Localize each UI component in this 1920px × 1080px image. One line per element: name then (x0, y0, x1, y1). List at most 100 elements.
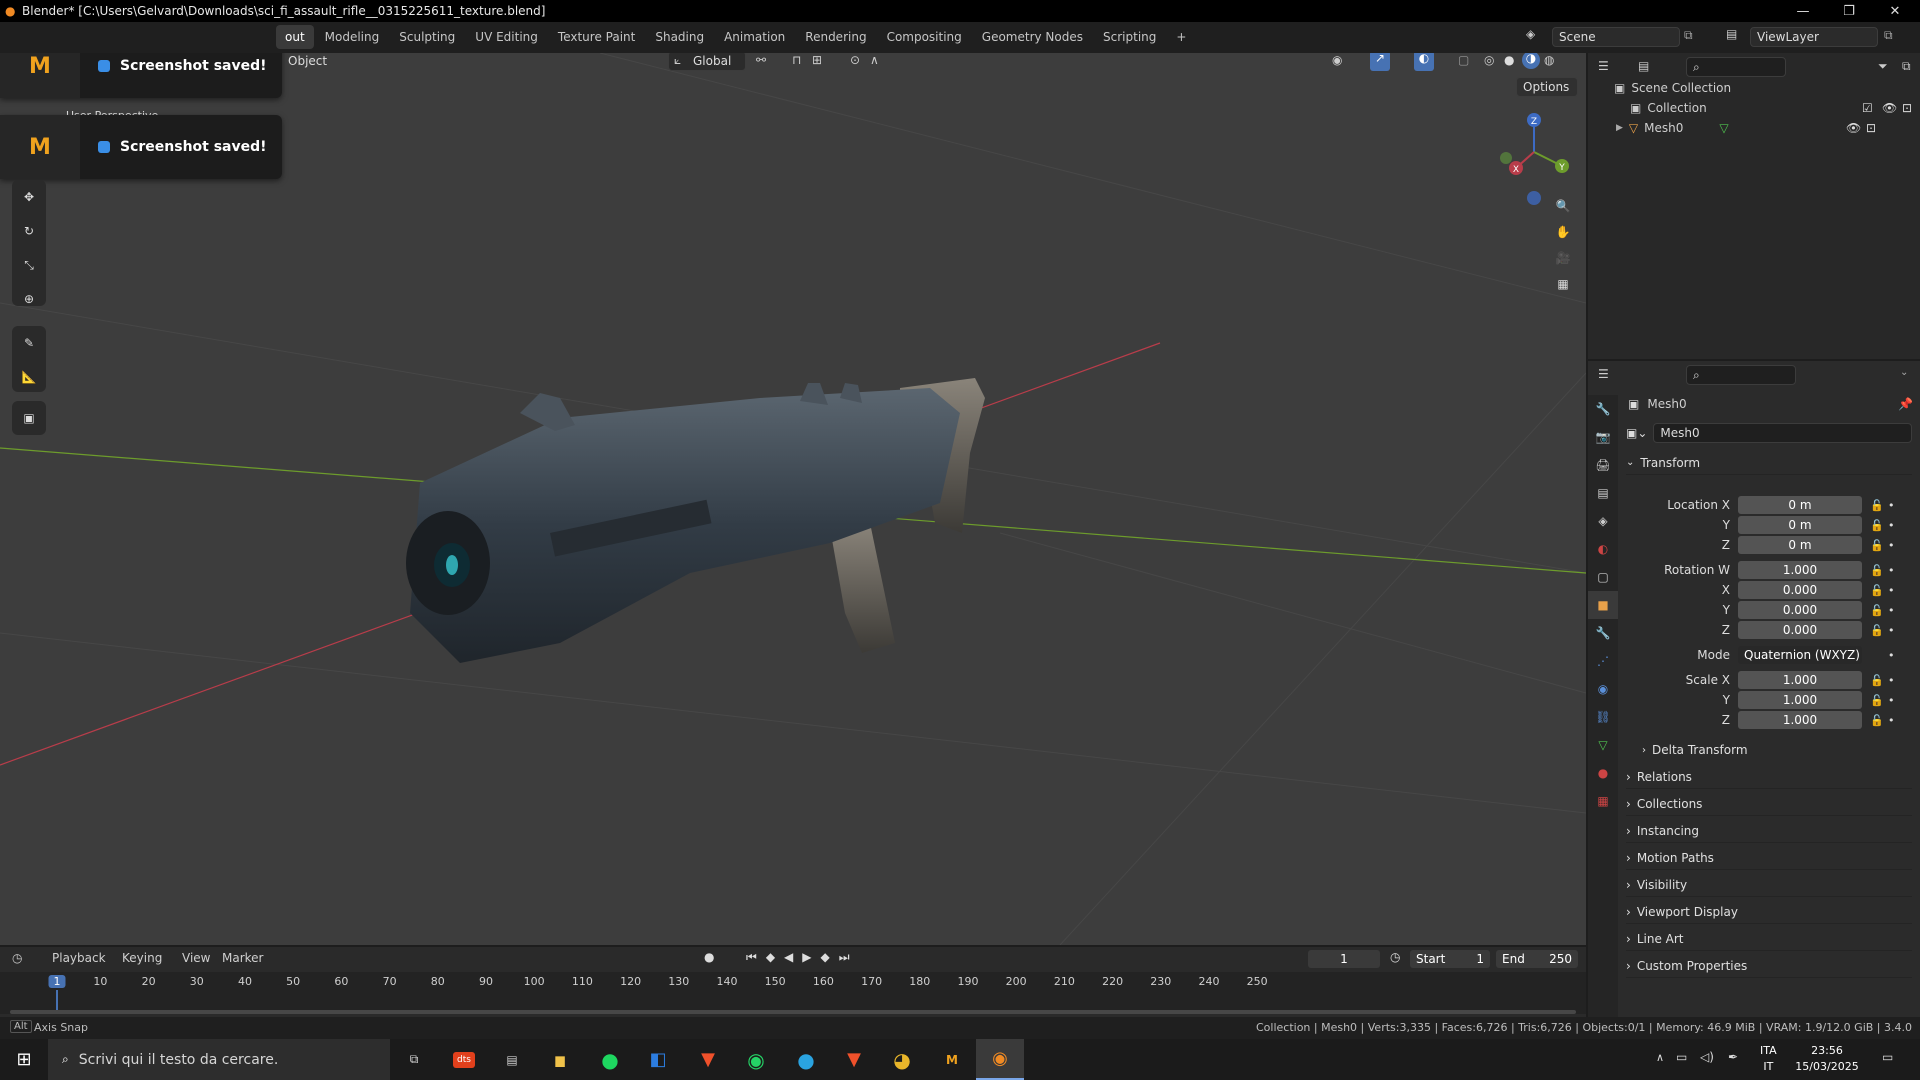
outliner-item-mesh0[interactable]: ▶ ▽ Mesh0 ▽ 👁 ⊡ (1616, 121, 1920, 135)
play-reverse-icon[interactable]: ◀ (784, 950, 793, 965)
panel-motion-paths[interactable]: › Motion Paths (1626, 846, 1912, 870)
texture-tab-icon[interactable]: ▦ (1588, 787, 1618, 815)
play-icon[interactable]: ▶ (802, 950, 811, 965)
view-layer-selector[interactable]: ViewLayer (1750, 27, 1878, 47)
location-y-field[interactable]: 0 m (1738, 516, 1862, 534)
pivot-icon[interactable]: ⚯ (756, 53, 766, 67)
transform-panel-header[interactable]: ⌄ Transform (1626, 451, 1912, 475)
panel-relations[interactable]: › Relations (1626, 765, 1912, 789)
lock-icon[interactable]: 🔓 (1870, 694, 1884, 707)
scene-selector[interactable]: Scene (1552, 27, 1680, 47)
scale-x-field[interactable]: 1.000 (1738, 671, 1862, 689)
editor-type-icon[interactable]: ◷ (12, 951, 22, 965)
jump-start-icon[interactable]: ⏮ (746, 950, 757, 965)
panel-custom-properties[interactable]: › Custom Properties (1626, 954, 1912, 978)
scale-tool-icon[interactable]: ⤡ (12, 248, 46, 282)
add-cube-tool-icon[interactable]: ▣ (12, 401, 46, 435)
marker-menu[interactable]: Marker (222, 951, 263, 965)
viewport-3d[interactable]: Object Global ⟀ ⚯ ⊓ ⊞ ⊙ ∧ ◉ ↗ ◐ ▢ ◎ ● ◑ … (0, 53, 1586, 945)
file-app-icon[interactable]: ▤ (488, 1039, 536, 1080)
dts-app-icon[interactable]: dts (440, 1039, 488, 1080)
volume-icon[interactable]: ◁) (1700, 1050, 1714, 1064)
prev-keyframe-icon[interactable]: ◆ (766, 950, 775, 965)
keyframe-dot-icon[interactable]: • (1888, 694, 1896, 707)
display-mode-icon[interactable]: ▤ (1638, 59, 1649, 73)
keyframe-dot-icon[interactable]: • (1888, 584, 1896, 597)
visibility-eye-icon[interactable]: 👁 (1882, 101, 1897, 115)
screenshot-app-icon[interactable]: M (928, 1039, 976, 1080)
panel-viewport-display[interactable]: › Viewport Display (1626, 900, 1912, 924)
rotation-mode-dropdown[interactable]: Quaternion (WXYZ) (1738, 646, 1862, 664)
xray-icon[interactable]: ▢ (1458, 53, 1469, 67)
proportional-edit-icon[interactable]: ⊙ (850, 53, 860, 67)
minimize-button[interactable]: — (1780, 0, 1826, 22)
tab-uv-editing[interactable]: UV Editing (466, 25, 547, 49)
tab-texture-paint[interactable]: Texture Paint (549, 25, 644, 49)
tray-chevron-icon[interactable]: ∧ (1656, 1051, 1664, 1064)
visibility-eye-icon[interactable]: 👁 (1846, 121, 1861, 135)
tab-modeling[interactable]: Modeling (316, 25, 389, 49)
keyframe-dot-icon[interactable]: • (1888, 519, 1896, 532)
timeline-ruler[interactable]: 1 10 20 30 40 50 60 70 80 90 100 110 120 130 140 150 160… (0, 972, 1586, 1014)
new-collection-icon[interactable]: ⧉ (1902, 59, 1911, 74)
collection-tab-icon[interactable]: ▢ (1588, 563, 1618, 591)
physics-tab-icon[interactable]: ◉ (1588, 675, 1618, 703)
lock-icon[interactable]: 🔓 (1870, 674, 1884, 687)
rotation-y-field[interactable]: 0.000 (1738, 601, 1862, 619)
keyframe-dot-icon[interactable]: • (1888, 714, 1896, 727)
pan-hand-icon[interactable]: ✋ (1550, 219, 1576, 245)
taskbar-search[interactable]: ⌕ Scrivi qui il testo da cercare. (48, 1039, 390, 1080)
snap-icon[interactable]: ⊓ (792, 53, 801, 67)
new-view-layer-icon[interactable]: ⧉ (1884, 28, 1893, 43)
spotify-icon[interactable]: ● (586, 1039, 634, 1080)
keying-menu[interactable]: Keying (122, 951, 162, 965)
notifications-icon[interactable]: ▭ (1882, 1050, 1893, 1064)
keyframe-dot-icon[interactable]: • (1888, 604, 1896, 617)
move-tool-icon[interactable]: ✥ (12, 180, 46, 214)
outliner-item-scene-collection[interactable]: ▣ Scene Collection (1614, 81, 1731, 95)
scale-z-field[interactable]: 1.000 (1738, 711, 1862, 729)
render-camera-icon[interactable]: ⊡ (1866, 121, 1876, 135)
transform-tool-icon[interactable]: ⊕ (12, 282, 46, 316)
location-x-field[interactable]: 0 m (1738, 496, 1862, 514)
measure-tool-icon[interactable]: 📐 (12, 360, 46, 394)
outliner-item-collection[interactable]: ▣ Collection ☑ 👁 ⊡ (1630, 101, 1920, 115)
panel-visibility[interactable]: › Visibility (1626, 873, 1912, 897)
keyframe-dot-icon[interactable]: • (1888, 649, 1896, 662)
restore-button[interactable]: ❐ (1826, 0, 1872, 22)
taskbar-search-input[interactable]: Scrivi qui il testo da cercare. (79, 1052, 279, 1068)
lock-icon[interactable]: 🔓 (1870, 564, 1884, 577)
zoom-icon[interactable]: 🔍 (1550, 193, 1576, 219)
rotation-x-field[interactable]: 0.000 (1738, 581, 1862, 599)
solid-shading-icon[interactable]: ● (1504, 53, 1514, 67)
file-explorer-icon[interactable]: ▆ (536, 1039, 584, 1080)
data-tab-icon[interactable]: ▽ (1588, 731, 1618, 759)
next-keyframe-icon[interactable]: ◆ (821, 950, 830, 965)
tab-compositing[interactable]: Compositing (878, 25, 971, 49)
panel-line-art[interactable]: › Line Art (1626, 927, 1912, 951)
lock-icon[interactable]: 🔓 (1870, 624, 1884, 637)
start-frame-field[interactable]: Start 1 (1410, 950, 1490, 968)
task-view-icon[interactable]: ⧉ (390, 1039, 438, 1080)
view-layer-tab-icon[interactable]: ▤ (1588, 479, 1618, 507)
rendered-shading-icon[interactable]: ◍ (1544, 53, 1554, 67)
outliner-search-input[interactable]: ⌕ (1686, 57, 1786, 77)
render-camera-icon[interactable]: ⊡ (1902, 101, 1912, 115)
tab-sculpting[interactable]: Sculpting (390, 25, 464, 49)
object-tab-icon[interactable]: ■ (1588, 591, 1618, 619)
properties-search-input[interactable]: ⌕ (1686, 365, 1796, 385)
add-workspace-button[interactable]: + (1167, 25, 1195, 49)
language-indicator[interactable]: ITA IT (1760, 1043, 1777, 1075)
output-tab-icon[interactable]: 🖨 (1588, 451, 1618, 479)
blender-taskbar-icon[interactable]: ◉ (976, 1039, 1024, 1080)
taskbar-clock[interactable]: 23:56 15/03/2025 (1784, 1043, 1870, 1075)
current-frame-field[interactable]: 1 (1308, 950, 1380, 968)
chevron-down-icon[interactable]: ⌄ (1900, 367, 1908, 378)
lock-icon[interactable]: 🔓 (1870, 519, 1884, 532)
rotation-z-field[interactable]: 0.000 (1738, 621, 1862, 639)
editor-type-icon[interactable]: ☰ (1598, 367, 1609, 381)
tab-layout[interactable]: out (276, 25, 314, 49)
lock-icon[interactable]: 🔓 (1870, 604, 1884, 617)
tab-scripting[interactable]: Scripting (1094, 25, 1165, 49)
gizmo-toggle-icon[interactable]: ↗ (1370, 53, 1390, 71)
